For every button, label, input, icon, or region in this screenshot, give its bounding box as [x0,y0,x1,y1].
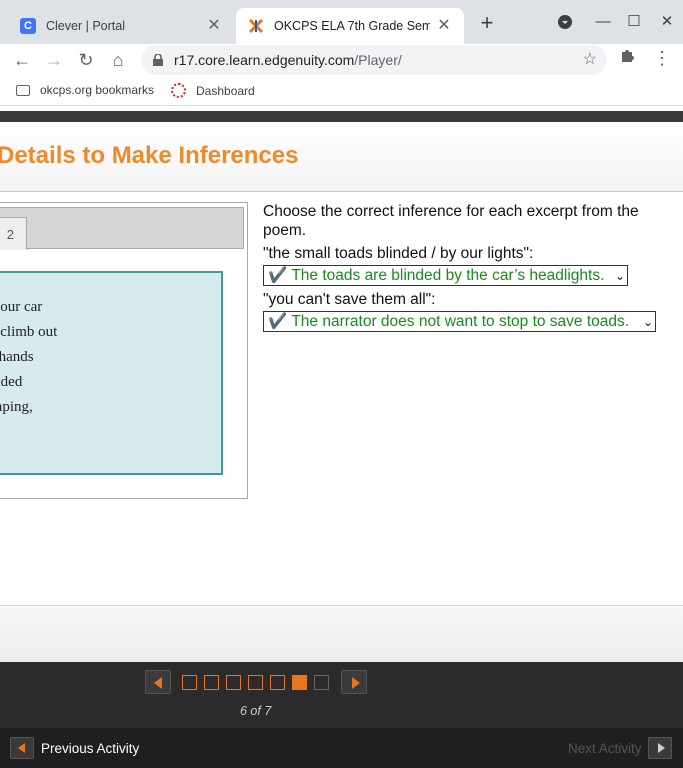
previous-activity-label[interactable]: Previous Activity [41,741,139,756]
edgenuity-favicon-icon [248,18,264,34]
question-panel: Choose the correct inference for each ex… [263,202,673,332]
right-arrow-icon [352,677,360,689]
tab-title: Clever | Portal [46,19,125,33]
chevron-down-icon: ⌄ [642,315,653,329]
kebab-menu-icon[interactable]: ⋮ [652,48,672,68]
minimize-icon[interactable]: — [591,10,615,34]
close-icon[interactable]: ✕ [206,18,222,34]
lesson-header: Details to Make Inferences [0,122,683,192]
page-indicator-2[interactable] [204,675,219,690]
tab-title: OKCPS ELA 7th Grade Semest [274,19,430,33]
bookmark-label: okcps.org bookmarks [40,83,155,97]
page-indicator-4[interactable] [248,675,263,690]
passage-tabs: 2 [0,207,244,250]
back-arrow-icon[interactable]: ← [10,48,34,72]
reload-icon[interactable]: ↻ [74,48,98,72]
next-activity-label: Next Activity [568,741,642,756]
page-navigation-bar: 6 of 7 [0,662,683,728]
dashboard-icon [171,83,186,98]
page-indicator-7-locked [314,675,329,690]
lock-icon [153,54,163,66]
answer-dropdown-2[interactable]: ✔️ The narrator does not want to stop to… [263,311,656,332]
next-activity-button [648,737,672,759]
address-bar[interactable]: r17.core.learn.edgenuity.com/Player/ ☆ [141,45,607,75]
tab-search-icon[interactable] [553,10,577,34]
answer-dropdown-1[interactable]: ✔️ The toads are blinded by the car’s he… [263,265,628,286]
browser-tab-strip: C Clever | Portal ✕ OKCPS ELA 7th Grade … [0,0,683,44]
excerpt-label-1: "the small toads blinded / by our lights… [263,245,534,262]
excerpt-label-2: "you can't save them all": [263,291,436,308]
activity-content: 2 d our car o climb out s hands inded ea… [0,192,683,606]
passage-tab-2[interactable]: 2 [0,217,27,250]
page-indicator-3[interactable] [226,675,241,690]
window-close-icon[interactable]: ✕ [655,10,679,34]
poem-excerpt-box: d our car o climb out s hands inded eapi… [0,271,223,475]
next-page-button[interactable] [341,670,367,694]
chevron-down-icon: ⌄ [614,269,625,283]
bookmarks-bar: okcps.org bookmarks Dashboard [0,76,683,106]
poem-line: inded [0,374,23,390]
passage-panel: 2 d our car o climb out s hands inded ea… [0,202,248,499]
browser-toolbar: ← → ↻ ⌂ r17.core.learn.edgenuity.com/Pla… [0,44,683,76]
clever-favicon-icon: C [20,18,36,34]
right-arrow-icon [658,743,665,753]
new-tab-plus-icon[interactable]: + [476,12,498,34]
maximize-icon[interactable]: ☐ [622,10,646,34]
page-indicator-5[interactable] [270,675,285,690]
poem-line: s hands [0,349,34,365]
bookmark-star-icon[interactable]: ☆ [583,45,597,75]
home-icon[interactable]: ⌂ [106,48,130,72]
forward-arrow-icon[interactable]: → [42,48,66,72]
bookmark-okcps-folder[interactable]: okcps.org bookmarks [16,83,154,97]
tab-okcps-ela[interactable]: OKCPS ELA 7th Grade Semest ✕ [236,8,464,44]
poem-line: eaping, [0,399,33,415]
page-count-text: 6 of 7 [240,704,272,718]
previous-activity-button[interactable] [10,737,34,759]
close-icon[interactable]: ✕ [436,18,452,34]
folder-icon [16,84,30,96]
lesson-title: Details to Make Inferences [0,142,299,169]
activity-navigation-bar: Previous Activity Next Activity [0,728,683,768]
url-text: r17.core.learn.edgenuity.com/Player/ [174,52,402,68]
question-instruction: Choose the correct inference for each ex… [263,203,639,239]
player-top-bar [0,111,683,122]
previous-page-button[interactable] [145,670,171,694]
page-indicator-1[interactable] [182,675,197,690]
left-arrow-icon [154,677,162,689]
poem-line: d our car [0,299,43,315]
tab-clever-portal[interactable]: C Clever | Portal ✕ [8,8,234,44]
answer-text: ✔️ The narrator does not want to stop to… [268,313,630,330]
bookmark-dashboard[interactable]: Dashboard [171,83,255,98]
page-indicator-6-current[interactable] [292,675,307,690]
extensions-puzzle-icon[interactable] [619,48,639,68]
answer-text: ✔️ The toads are blinded by the car’s he… [268,267,605,284]
content-footer [0,607,683,662]
left-arrow-icon [18,743,25,753]
bookmark-label: Dashboard [196,83,255,98]
poem-line: o climb out [0,324,58,340]
